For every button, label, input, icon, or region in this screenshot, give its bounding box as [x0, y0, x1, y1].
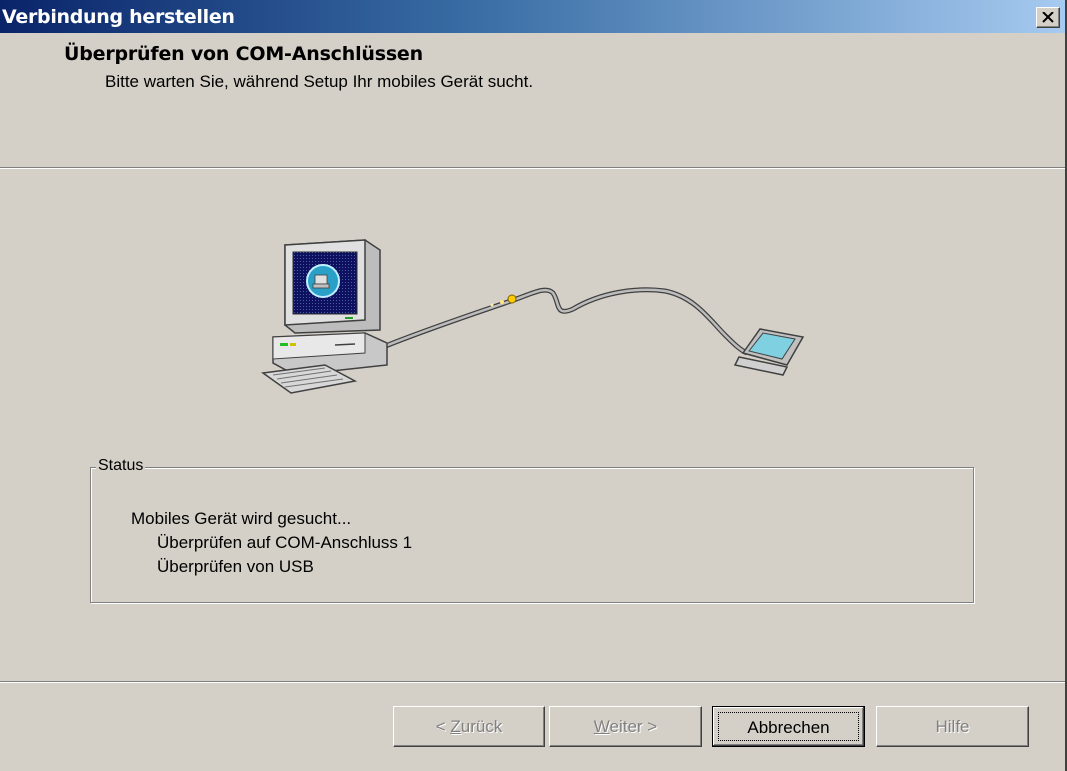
close-icon: [1042, 12, 1054, 23]
cancel-button-label: Abbrechen: [718, 712, 859, 741]
back-button-rest: urück: [460, 717, 503, 736]
status-line-com-port: Überprüfen auf COM-Anschluss 1: [157, 533, 413, 552]
status-line-usb: Überprüfen von USB: [157, 557, 314, 576]
back-button-prefix: <: [435, 717, 451, 736]
cable: [382, 287, 749, 356]
cancel-button[interactable]: Abbrechen: [712, 706, 865, 747]
dialog-window: Verbindung herstellen Überprüfen von COM…: [0, 0, 1067, 771]
next-button-mnemonic: W: [593, 717, 610, 736]
back-button[interactable]: < Zurück: [393, 706, 545, 747]
footer-separator: [0, 681, 1065, 683]
page-title: Überprüfen von COM-Anschlüssen: [64, 43, 423, 65]
close-button[interactable]: [1036, 7, 1060, 28]
status-line-searching: Mobiles Gerät wird gesucht...: [131, 509, 352, 528]
back-button-mnemonic: Z: [450, 717, 461, 736]
pc-to-mobile-connection-illustration: [261, 239, 805, 394]
window-title: Verbindung herstellen: [2, 6, 235, 28]
status-groupbox-label: Status: [96, 457, 146, 475]
next-button[interactable]: Weiter >: [549, 706, 702, 747]
header-separator: [0, 167, 1065, 169]
page-subtitle: Bitte warten Sie, während Setup Ihr mobi…: [105, 72, 534, 91]
help-button[interactable]: Hilfe: [876, 706, 1029, 747]
computer-icon: [261, 239, 388, 394]
data-packet: [507, 294, 517, 304]
mobile-device-icon: [733, 328, 805, 376]
title-bar[interactable]: Verbindung herstellen: [0, 0, 1065, 33]
next-button-rest: eiter >: [609, 717, 658, 736]
